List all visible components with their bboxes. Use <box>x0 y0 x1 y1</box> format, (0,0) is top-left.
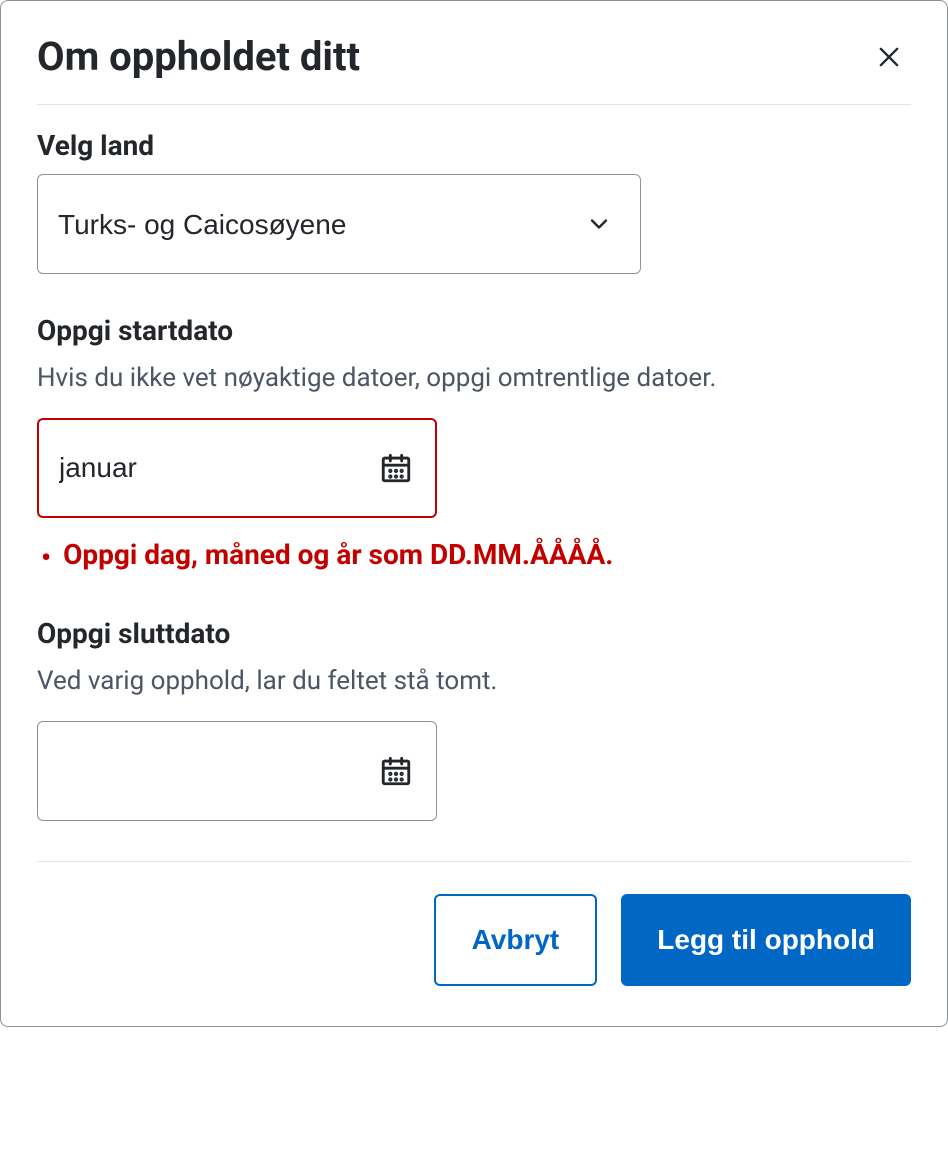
start-date-error: • Oppgi dag, måned og år som DD.MM.ÅÅÅÅ. <box>37 538 911 577</box>
dialog-header: Om oppholdet ditt <box>37 33 911 105</box>
start-date-input[interactable] <box>37 418 437 518</box>
stay-dialog: Om oppholdet ditt Velg land Turks- og Ca… <box>0 0 948 1027</box>
start-date-hint: Hvis du ikke vet nøyaktige datoer, oppgi… <box>37 359 911 398</box>
end-date-input[interactable] <box>37 721 437 821</box>
end-date-label: Oppgi sluttdato <box>37 617 911 650</box>
dialog-footer: Avbryt Legg til opphold <box>37 861 911 986</box>
start-date-input-wrapper <box>37 418 437 518</box>
country-label: Velg land <box>37 129 911 162</box>
end-date-field-group: Oppgi sluttdato Ved varig opphold, lar d… <box>37 617 911 821</box>
country-select[interactable]: Turks- og Caicosøyene <box>37 174 641 274</box>
start-date-error-text: Oppgi dag, måned og år som DD.MM.ÅÅÅÅ. <box>63 538 613 571</box>
dialog-title: Om oppholdet ditt <box>37 33 360 80</box>
country-field-group: Velg land Turks- og Caicosøyene <box>37 129 911 274</box>
error-bullet-icon: • <box>41 538 51 577</box>
end-date-input-wrapper <box>37 721 437 821</box>
country-select-wrapper: Turks- og Caicosøyene <box>37 174 641 274</box>
close-icon <box>875 43 903 71</box>
close-button[interactable] <box>867 35 911 79</box>
end-date-hint: Ved varig opphold, lar du feltet stå tom… <box>37 662 911 701</box>
start-date-label: Oppgi startdato <box>37 314 911 347</box>
start-date-field-group: Oppgi startdato Hvis du ikke vet nøyakti… <box>37 314 911 577</box>
cancel-button[interactable]: Avbryt <box>434 894 598 986</box>
submit-button[interactable]: Legg til opphold <box>621 894 911 986</box>
